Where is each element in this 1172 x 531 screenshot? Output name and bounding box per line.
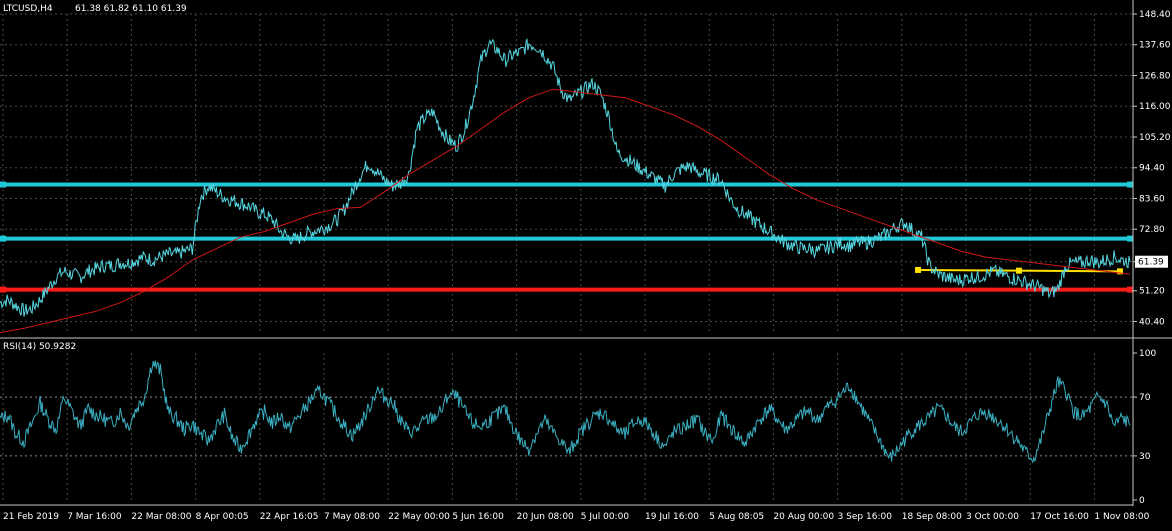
trendline-handle[interactable]	[1016, 267, 1022, 274]
x-tick-label: 20 Jun 08:00	[517, 512, 574, 522]
x-tick-label: 8 Apr 00:05	[196, 512, 249, 522]
y-tick-label: 94.40	[1139, 164, 1165, 174]
x-tick-label: 21 Feb 2019	[3, 512, 59, 522]
x-tick-label: 5 Jul 00:00	[581, 512, 630, 522]
level-line-handle-right[interactable]	[1127, 235, 1133, 242]
y-tick-label: 126.80	[1139, 71, 1171, 81]
trading-chart[interactable]: 21 Feb 2019 7 Mar 16:00 22 Mar 08:00 8 Apr …	[0, 0, 1172, 527]
x-tick-label: 3 Sep 16:00	[838, 512, 893, 522]
rsi-label: RSI(14) 50.9282	[3, 342, 76, 352]
rsi-y-tick-label: 30	[1139, 452, 1151, 462]
x-tick-label: 3 Oct 00:00	[966, 512, 1019, 522]
rsi-y-tick-label: 100	[1139, 349, 1156, 359]
y-tick-label: 72.80	[1139, 225, 1165, 235]
chart-canvas[interactable]: 21 Feb 2019 7 Mar 16:00 22 Mar 08:00 8 Apr …	[0, 0, 1172, 527]
trendline-handle[interactable]	[915, 266, 921, 273]
price-tag: 61.39	[1135, 255, 1168, 268]
y-tick-label: 40.40	[1139, 317, 1165, 327]
x-tick-label: 22 May 00:00	[388, 512, 450, 522]
x-tick-label: 5 Aug 08:05	[709, 512, 764, 522]
x-tick-label: 5 Jun 16:00	[452, 512, 504, 522]
level-line-handle-left[interactable]	[0, 286, 6, 293]
current-price-tag: 61.39	[1138, 258, 1164, 268]
level-line-handle-right[interactable]	[1127, 286, 1133, 293]
x-tick-label: 1 Nov 08:00	[1094, 512, 1149, 522]
y-tick-label: 83.60	[1139, 194, 1165, 204]
x-tick-label: 22 Mar 08:00	[131, 512, 191, 522]
y-tick-label: 116.00	[1139, 102, 1171, 112]
y-tick-label: 105.20	[1139, 133, 1171, 143]
level-line-handle-left[interactable]	[0, 181, 6, 188]
y-tick-label: 51.20	[1139, 287, 1165, 297]
level-line-handle-left[interactable]	[0, 235, 6, 242]
chart-background	[0, 0, 1172, 527]
y-tick-label: 148.40	[1139, 10, 1171, 20]
level-line-handle-right[interactable]	[1127, 181, 1133, 188]
chart-symbol-label: LTCUSD,H4	[3, 4, 53, 14]
x-tick-label: 7 May 08:00	[324, 512, 380, 522]
x-tick-label: 19 Jul 16:00	[645, 512, 699, 522]
y-tick-label: 137.60	[1139, 41, 1171, 51]
rsi-y-tick-label: 70	[1139, 393, 1151, 403]
chart-ohlc-readout: 61.38 61.82 61.10 61.39	[75, 4, 187, 14]
x-tick-label: 17 Oct 16:00	[1030, 512, 1089, 522]
x-tick-label: 20 Aug 00:00	[773, 512, 834, 522]
x-tick-label: 7 Mar 16:00	[67, 512, 122, 522]
rsi-y-tick-label: 0	[1139, 496, 1145, 506]
x-tick-label: 18 Sep 08:00	[902, 512, 962, 522]
x-tick-label: 22 Apr 16:05	[260, 512, 319, 522]
